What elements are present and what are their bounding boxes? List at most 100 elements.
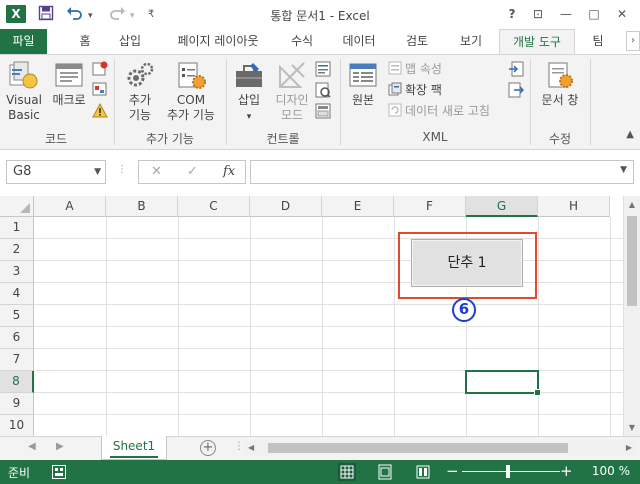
tab-home[interactable]: 홈	[70, 29, 100, 54]
page-layout-view-icon[interactable]	[376, 463, 394, 481]
name-box-dropdown-icon[interactable]: ▼	[94, 161, 101, 183]
row-header-5[interactable]: 5	[0, 305, 34, 327]
formula-bar-resize-handle[interactable]: ⋮	[117, 164, 127, 175]
close-button[interactable]: ✕	[611, 4, 633, 24]
addins-button[interactable]: 추가 기능	[120, 61, 160, 123]
scroll-left-icon[interactable]: ◀	[248, 441, 254, 455]
tab-formulas[interactable]: 수식	[282, 29, 322, 54]
normal-view-icon[interactable]	[338, 463, 356, 481]
help-button[interactable]: ?	[501, 4, 523, 24]
zoom-out-button[interactable]: −	[446, 462, 459, 480]
ribbon-display-options-button[interactable]: ⊡	[527, 4, 549, 24]
view-code-icon[interactable]	[315, 82, 331, 98]
relative-references-icon[interactable]	[92, 81, 108, 97]
row-header-7[interactable]: 7	[0, 349, 34, 371]
row-header-9[interactable]: 9	[0, 393, 34, 415]
design-mode-button[interactable]: 디자인 모드	[272, 61, 312, 123]
row-header-6[interactable]: 6	[0, 327, 34, 349]
row-header-4[interactable]: 4	[0, 283, 34, 305]
cancel-entry-icon[interactable]: ✕	[151, 164, 162, 179]
scroll-down-icon[interactable]: ▼	[624, 419, 640, 436]
tab-page-layout[interactable]: 페이지 레이아웃	[162, 29, 274, 54]
xml-export-icon[interactable]	[508, 82, 524, 98]
scroll-up-icon[interactable]: ▲	[624, 196, 640, 213]
group-separator	[226, 59, 227, 145]
row-header-3[interactable]: 3	[0, 261, 34, 283]
insert-control-button[interactable]: 삽입 ▾	[230, 61, 268, 125]
zoom-in-button[interactable]: +	[560, 462, 573, 480]
record-macro-icon[interactable]	[92, 61, 108, 77]
minimize-button[interactable]: —	[555, 4, 577, 24]
visual-basic-button[interactable]: Visual Basic	[4, 61, 44, 123]
column-header-g[interactable]: G	[466, 196, 538, 217]
add-sheet-icon[interactable]: +	[200, 440, 216, 456]
vertical-scrollbar[interactable]: ▲ ▼	[623, 196, 640, 436]
properties-icon[interactable]	[315, 61, 331, 77]
formula-input[interactable]: ▼	[250, 160, 634, 184]
form-control-button[interactable]: 단추 1	[411, 239, 523, 287]
select-all-button[interactable]	[0, 196, 34, 217]
formula-buttons: ✕ ✓ fx	[138, 160, 246, 184]
enter-entry-icon[interactable]: ✓	[187, 164, 198, 179]
tab-review[interactable]: 검토	[396, 29, 438, 54]
xml-source-button[interactable]: 원본	[346, 61, 380, 108]
selected-cell-g8[interactable]	[465, 370, 541, 396]
tab-developer[interactable]: 개발 도구	[499, 29, 575, 55]
tab-data[interactable]: 데이터	[334, 29, 384, 54]
worksheet-grid: A B C D E F G H 1 2 3 4 5 6 7 8 9 10 단추 …	[0, 196, 640, 436]
xml-import-icon[interactable]	[508, 61, 524, 77]
visual-basic-label-2: Basic	[8, 108, 40, 122]
prev-sheet-icon[interactable]: ◀	[28, 441, 36, 452]
insert-function-icon[interactable]: fx	[223, 164, 235, 179]
horizontal-scroll-thumb[interactable]	[268, 443, 568, 453]
vertical-scroll-thumb[interactable]	[627, 216, 637, 306]
com-addins-icon	[178, 62, 206, 89]
column-header-a[interactable]: A	[34, 196, 106, 217]
tab-insert[interactable]: 삽입	[110, 29, 150, 54]
run-dialog-icon[interactable]	[315, 103, 331, 119]
macros-button[interactable]: 매크로	[48, 61, 90, 108]
sheet-tab-sheet1[interactable]: Sheet1	[101, 436, 167, 460]
document-panel-button[interactable]: 문서 창	[534, 61, 586, 108]
document-panel-icon	[548, 62, 573, 88]
tab-file[interactable]: 파일	[0, 29, 47, 54]
row-header-1[interactable]: 1	[0, 217, 34, 239]
column-header-d[interactable]: D	[250, 196, 322, 217]
group-separator	[340, 59, 341, 145]
scroll-right-icon[interactable]: ▶	[626, 441, 632, 455]
collapse-ribbon-icon[interactable]: ▲	[626, 129, 634, 140]
refresh-data-icon	[388, 103, 402, 117]
macro-security-icon[interactable]	[92, 103, 108, 119]
column-header-c[interactable]: C	[178, 196, 250, 217]
column-header-e[interactable]: E	[322, 196, 394, 217]
status-ready-text: 준비	[8, 466, 31, 480]
tab-splitter-handle[interactable]: ⋮	[234, 441, 244, 452]
maximize-button[interactable]: □	[583, 4, 605, 24]
macro-recording-icon[interactable]	[52, 465, 66, 479]
expansion-packs-button[interactable]: 확장 팩	[388, 82, 442, 98]
refresh-data-button[interactable]: 데이터 새로 고침	[388, 103, 490, 119]
map-properties-icon	[388, 61, 402, 75]
row-header-8[interactable]: 8	[0, 371, 34, 393]
zoom-slider[interactable]	[462, 471, 560, 472]
insert-control-label: 삽입	[237, 93, 261, 107]
design-mode-label-2: 모드	[280, 108, 304, 122]
row-header-2[interactable]: 2	[0, 239, 34, 261]
status-bar: 준비 − + 100 %	[0, 460, 640, 484]
tabs-scroll-right-icon[interactable]: ›	[626, 31, 640, 51]
tab-team[interactable]: 팀	[586, 29, 610, 54]
zoom-level[interactable]: 100 %	[592, 464, 630, 478]
row-header-10[interactable]: 10	[0, 415, 34, 436]
tab-view[interactable]: 보기	[450, 29, 492, 54]
page-break-preview-icon[interactable]	[414, 463, 432, 481]
next-sheet-icon[interactable]: ▶	[56, 441, 64, 452]
horizontal-scrollbar[interactable]: ◀ ▶	[244, 441, 636, 455]
name-box[interactable]: G8 ▼	[6, 160, 106, 184]
zoom-slider-thumb[interactable]	[506, 465, 510, 478]
column-header-h[interactable]: H	[538, 196, 610, 217]
column-header-b[interactable]: B	[106, 196, 178, 217]
expand-formula-bar-icon[interactable]: ▼	[620, 165, 627, 175]
column-header-f[interactable]: F	[394, 196, 466, 217]
map-properties-button[interactable]: 맵 속성	[388, 61, 442, 77]
com-addins-button[interactable]: COM 추가 기능	[162, 61, 220, 123]
